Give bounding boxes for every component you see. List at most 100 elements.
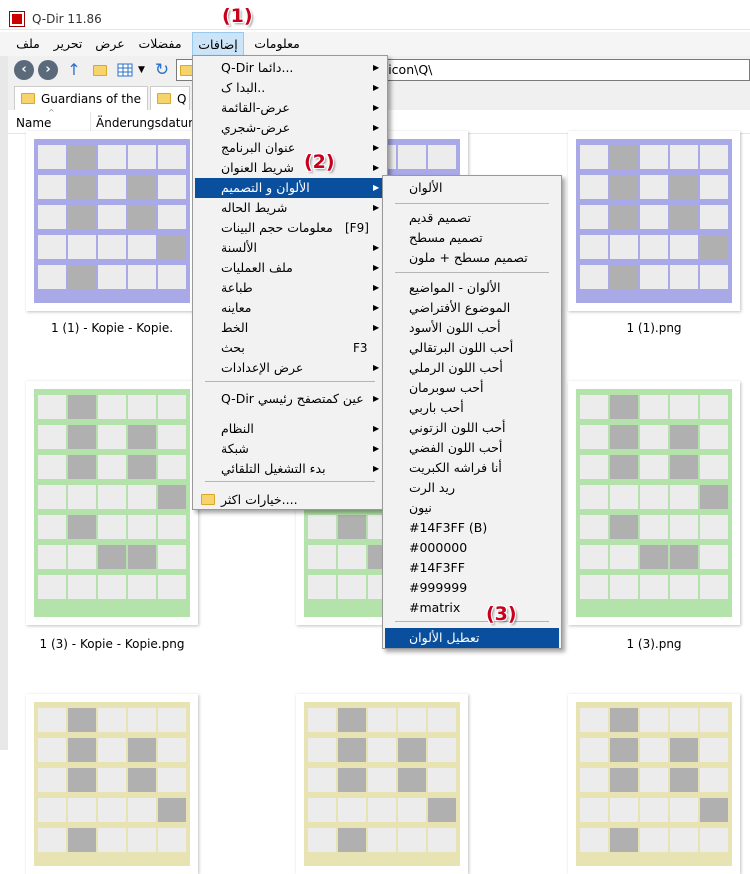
submenu-arrow-icon: ▶: [373, 83, 380, 92]
menu-item-label: شريط العنوان: [221, 160, 294, 175]
file-thumbnail[interactable]: [568, 131, 740, 311]
colors-menu-item[interactable]: أنا فراشه الكبريت: [385, 458, 559, 478]
extras-menu-item[interactable]: الخط ▶: [195, 318, 385, 338]
menu-item-label: الألوان - المواضيع: [409, 280, 501, 295]
menu-item-label: أنا فراشه الكبريت: [409, 460, 502, 475]
up-icon[interactable]: ↑: [64, 60, 84, 80]
view-mode-icon[interactable]: [116, 60, 136, 80]
address-path: \icon\Q\: [384, 62, 433, 77]
menu-info[interactable]: معلومات: [252, 32, 302, 56]
colors-menu-item[interactable]: تصميم مسطح: [385, 228, 559, 248]
menu-view[interactable]: عرض: [94, 32, 126, 56]
colors-menu-item[interactable]: أحب اللون البرتقالي: [385, 338, 559, 358]
menu-item-label: أحب اللون البرتقالي: [409, 340, 514, 355]
colors-menu-item[interactable]: #14F3FF: [385, 558, 559, 578]
refresh-icon[interactable]: ↻: [152, 60, 172, 80]
menu-item-label: عنوان البرنامج: [221, 140, 296, 155]
extras-menu-item[interactable]: معاينه ▶: [195, 298, 385, 318]
shortcut-label: F3: [353, 341, 368, 355]
colors-menu-item[interactable]: أحب اللون الفضي: [385, 438, 559, 458]
menu-item-label: تصميم مسطح + ملون: [409, 250, 528, 265]
colors-menu-item[interactable]: تعطيل الألوان: [385, 628, 559, 648]
file-thumbnail[interactable]: [296, 694, 468, 874]
colors-menu-item[interactable]: أحب اللون الأسود: [385, 318, 559, 338]
colors-menu-item[interactable]: تصميم قديم: [385, 208, 559, 228]
menu-item-label: أحب اللون الأسود: [409, 320, 501, 335]
extras-menu-item[interactable]: النظام ▶: [195, 419, 385, 439]
colors-menu-item[interactable]: أحب اللون الرملي: [385, 358, 559, 378]
menu-item-label: خيارات اكثر....: [221, 492, 298, 507]
folder-icon: [21, 93, 35, 104]
extras-menu-item[interactable]: عرض الإعدادات ▶: [195, 358, 385, 378]
sort-icon: ^: [48, 108, 55, 117]
file-caption: 1 (1) - Kopie - Kopie.: [50, 321, 174, 335]
extras-menu-item[interactable]: Q-Dir دائما... ▶: [195, 58, 385, 78]
menu-item-label: الألوان و التصميم: [221, 180, 310, 195]
colors-menu-item[interactable]: #000000: [385, 538, 559, 558]
menu-file[interactable]: ملف: [14, 32, 42, 56]
colors-menu-item[interactable]: تصميم مسطح + ملون: [385, 248, 559, 268]
extras-menu-item[interactable]: الألوان و التصميم ▶: [195, 178, 385, 198]
menu-edit[interactable]: تحرير: [52, 32, 84, 56]
extras-menu-item[interactable]: خيارات اكثر....: [195, 490, 385, 510]
title-bar: [0, 0, 750, 30]
extras-menu-item[interactable]: عرض-القائمة ▶: [195, 98, 385, 118]
new-folder-icon[interactable]: [90, 60, 110, 80]
forward-icon[interactable]: ›: [38, 60, 58, 80]
submenu-arrow-icon: ▶: [373, 183, 380, 192]
colors-menu-item[interactable]: الألوان: [385, 178, 559, 198]
extras-menu-item[interactable]: بحث F3: [195, 338, 385, 358]
menu-bar: ملف تحرير عرض مفضلات إضافات معلومات: [0, 32, 750, 56]
image-preview: [576, 139, 732, 303]
file-thumbnail[interactable]: [568, 381, 740, 625]
submenu-arrow-icon: ▶: [373, 203, 380, 212]
extras-menu-item[interactable]: بدء التشغيل التلقائي ▶: [195, 459, 385, 479]
extras-menu-item[interactable]: الألسنة ▶: [195, 238, 385, 258]
colors-menu-item[interactable]: الألوان - المواضيع: [385, 278, 559, 298]
tab-guardians[interactable]: Guardians of the ...: [14, 86, 148, 120]
submenu-arrow-icon: ▶: [373, 263, 380, 272]
file-thumbnail[interactable]: [26, 131, 198, 311]
submenu-arrow-icon: ▶: [373, 444, 380, 453]
colors-menu-item[interactable]: أحب سوبرمان: [385, 378, 559, 398]
extras-menu-item[interactable]: ملف العمليات ▶: [195, 258, 385, 278]
extras-menu-item[interactable]: Q-Dir عين كمتصفح رئيسي ▶: [195, 389, 385, 409]
menu-item-label: #14F3FF (B): [409, 520, 488, 535]
colors-menu-item[interactable]: #14F3FF (B): [385, 518, 559, 538]
menu-item-label: ريد الرت: [409, 480, 455, 495]
colors-menu-item[interactable]: نيون: [385, 498, 559, 518]
extras-menu-item[interactable]: شبكة ▶: [195, 439, 385, 459]
column-name[interactable]: Name: [16, 116, 51, 130]
colors-menu-item[interactable]: أحب اللون الزتوني: [385, 418, 559, 438]
file-thumbnail[interactable]: [26, 381, 198, 625]
menu-separator: [395, 203, 549, 204]
column-date[interactable]: Änderungsdatum: [96, 116, 200, 130]
colors-menu-item[interactable]: #999999: [385, 578, 559, 598]
extras-menu-item[interactable]: عنوان البرنامج ▶: [195, 138, 385, 158]
image-preview: [34, 139, 190, 303]
extras-menu-item[interactable]: شريط العنوان ▶: [195, 158, 385, 178]
extras-menu: Q-Dir دائما... ▶ البدا ک.. ▶ عرض-القائمة ▶ عرض…: [192, 55, 388, 510]
folder-icon: [201, 494, 215, 505]
menu-item-label: Q-Dir دائما...: [221, 60, 294, 75]
menu-item-label: #000000: [409, 540, 468, 555]
extras-menu-item[interactable]: البدا ک.. ▶: [195, 78, 385, 98]
window-title: Q-Dir 11.86: [32, 12, 102, 26]
colors-menu-item[interactable]: الموضوع الأفتراضي: [385, 298, 559, 318]
back-icon[interactable]: ‹: [14, 60, 34, 80]
colors-menu-item[interactable]: ريد الرت: [385, 478, 559, 498]
extras-menu-item[interactable]: طباعة ▶: [195, 278, 385, 298]
tab-label: Q: [177, 92, 187, 106]
menu-item-label: الألسنة: [221, 240, 258, 255]
colors-menu-item[interactable]: #matrix: [385, 598, 559, 618]
tab-q[interactable]: Q: [150, 86, 190, 110]
colors-menu-item[interactable]: أحب باربي: [385, 398, 559, 418]
extras-menu-item[interactable]: عرض-شجري ▶: [195, 118, 385, 138]
menu-favorites[interactable]: مفضلات: [136, 32, 184, 56]
file-thumbnail[interactable]: [26, 694, 198, 874]
menu-extras[interactable]: إضافات: [192, 32, 244, 56]
extras-menu-item[interactable]: معلومات حجم البينات [F9]: [195, 218, 385, 238]
extras-menu-item[interactable]: شريط الحاله ▶: [195, 198, 385, 218]
file-thumbnail[interactable]: [568, 694, 740, 874]
menu-item-label: بحث: [221, 340, 245, 355]
